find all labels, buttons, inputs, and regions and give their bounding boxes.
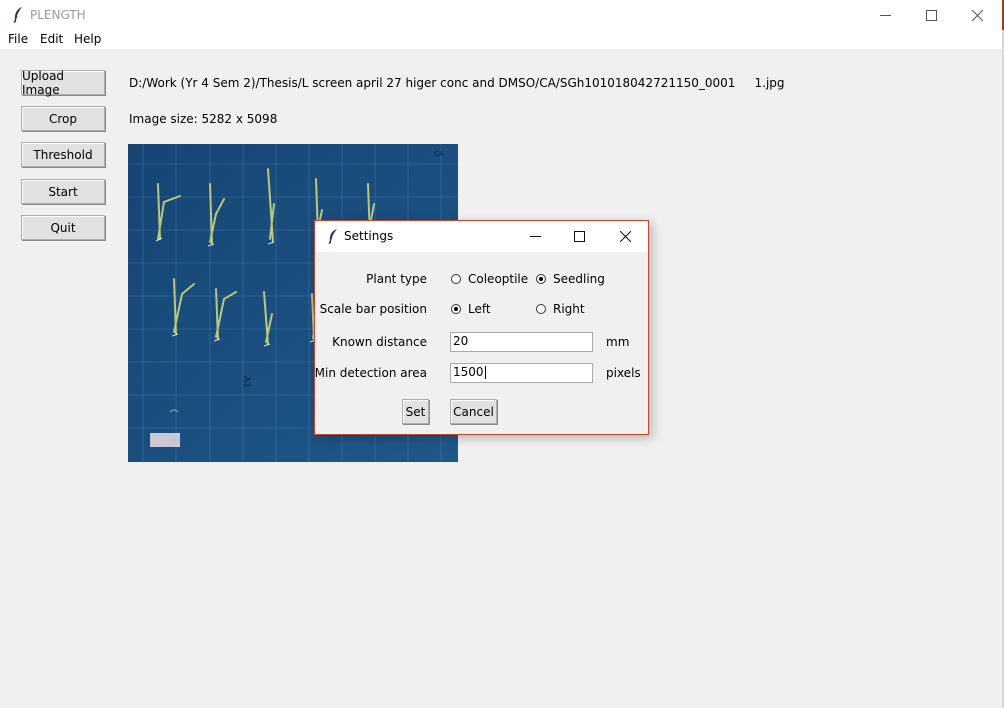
crop-button[interactable]: Crop bbox=[21, 106, 105, 131]
window-title: PLENGTH bbox=[30, 8, 86, 22]
minimize-button[interactable] bbox=[862, 0, 908, 30]
minimize-icon bbox=[529, 236, 541, 237]
settings-titlebar: Settings bbox=[315, 221, 648, 252]
radio-checked-icon bbox=[536, 274, 546, 284]
image-size-label: Image size: 5282 x 5098 bbox=[129, 112, 278, 126]
min-detection-area-value: 1500 bbox=[453, 365, 484, 379]
known-distance-unit: mm bbox=[606, 335, 630, 349]
threshold-button[interactable]: Threshold bbox=[21, 142, 105, 167]
settings-dialog: Settings Plant type Coleoptile Seedling … bbox=[314, 220, 649, 435]
dialog-maximize-button[interactable] bbox=[557, 221, 601, 252]
menu-help[interactable]: Help bbox=[74, 32, 101, 46]
minimize-icon bbox=[879, 14, 891, 16]
file-path-label: D:/Work (Yr 4 Sem 2)/Thesis/L screen apr… bbox=[129, 76, 785, 90]
settings-title: Settings bbox=[344, 229, 394, 243]
scale-right-radio[interactable]: Right bbox=[536, 302, 585, 316]
plant-type-label: Plant type bbox=[366, 272, 427, 286]
window-titlebar: PLENGTH bbox=[0, 0, 1002, 30]
close-icon bbox=[971, 9, 983, 21]
seedling-label: Seedling bbox=[553, 272, 605, 286]
seedling-radio[interactable]: Seedling bbox=[536, 272, 605, 286]
dialog-minimize-button[interactable] bbox=[513, 221, 557, 252]
known-distance-input[interactable]: 20 bbox=[450, 332, 593, 352]
radio-checked-icon bbox=[451, 304, 461, 314]
upload-image-button[interactable]: Upload Image bbox=[21, 69, 105, 97]
set-button[interactable]: Set bbox=[402, 399, 429, 424]
coleoptile-radio[interactable]: Coleoptile bbox=[451, 272, 528, 286]
text-caret bbox=[484, 366, 486, 379]
svg-text:CA: CA bbox=[434, 150, 444, 158]
scale-left-label: Left bbox=[468, 302, 491, 316]
menubar: File Edit Help bbox=[0, 30, 1002, 49]
known-distance-label: Known distance bbox=[332, 335, 427, 349]
maximize-icon bbox=[573, 231, 585, 242]
feather-icon bbox=[13, 7, 22, 24]
min-detection-area-label: Min detection area bbox=[314, 366, 427, 380]
menu-edit[interactable]: Edit bbox=[40, 32, 63, 46]
min-detection-area-unit: pixels bbox=[606, 366, 641, 380]
menu-file[interactable]: File bbox=[8, 32, 28, 46]
start-button[interactable]: Start bbox=[21, 179, 105, 204]
dialog-close-button[interactable] bbox=[603, 221, 647, 252]
feather-icon bbox=[328, 229, 337, 245]
radio-unchecked-icon bbox=[536, 304, 546, 314]
scale-right-label: Right bbox=[553, 302, 585, 316]
radio-unchecked-icon bbox=[451, 274, 461, 284]
scale-left-radio[interactable]: Left bbox=[451, 302, 491, 316]
coleoptile-label: Coleoptile bbox=[468, 272, 529, 286]
svg-text:A1: A1 bbox=[241, 376, 251, 388]
close-button[interactable] bbox=[954, 0, 1000, 30]
maximize-button[interactable] bbox=[908, 0, 954, 30]
scale-bar-position-label: Scale bar position bbox=[319, 302, 427, 316]
close-icon bbox=[619, 231, 631, 242]
maximize-icon bbox=[925, 9, 937, 21]
min-detection-area-input[interactable]: 1500 bbox=[450, 363, 593, 383]
quit-button[interactable]: Quit bbox=[21, 215, 105, 240]
cancel-button[interactable]: Cancel bbox=[450, 399, 497, 424]
